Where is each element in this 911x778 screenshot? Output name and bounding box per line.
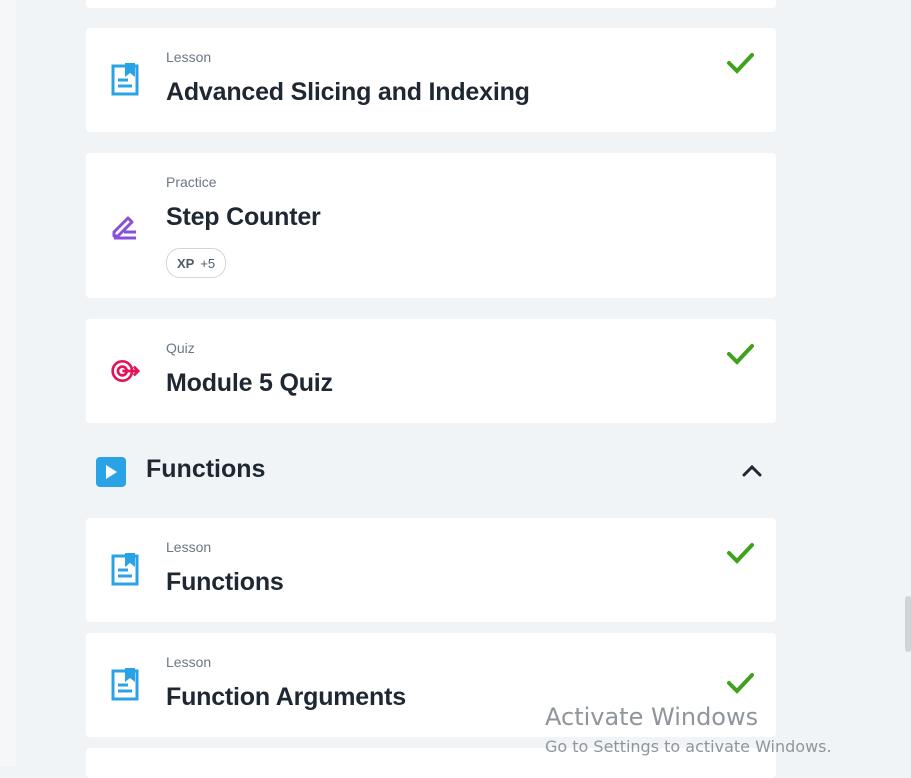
item-kind: Quiz [166, 340, 195, 356]
watermark-title: Activate Windows [545, 703, 759, 731]
item-title: Advanced Slicing and Indexing [166, 78, 530, 106]
lesson-card-functions[interactable]: Lesson Functions [86, 518, 776, 622]
scrollbar[interactable] [905, 0, 911, 766]
watermark-subtitle: Go to Settings to activate Windows. [545, 737, 832, 756]
xp-badge: XP +5 [166, 248, 227, 278]
item-kind: Practice [166, 174, 217, 190]
completed-check-icon [726, 671, 754, 695]
previous-card[interactable] [86, 0, 776, 8]
item-title: Module 5 Quiz [166, 369, 333, 397]
item-kind: Lesson [166, 49, 212, 65]
item-title: Function Arguments [166, 683, 406, 711]
scrollbar-thumb[interactable] [905, 596, 911, 652]
xp-label: XP [177, 255, 195, 271]
completed-check-icon [726, 342, 754, 366]
section-header-functions[interactable]: Functions [86, 447, 776, 493]
item-title: Step Counter [166, 203, 321, 231]
left-rail [0, 0, 16, 766]
item-kind: Lesson [166, 539, 212, 555]
lesson-doc-icon [110, 63, 140, 97]
lesson-card-advanced-slicing[interactable]: Lesson Advanced Slicing and Indexing [86, 28, 776, 132]
completed-check-icon [726, 541, 754, 565]
quiz-card-module-5[interactable]: Quiz Module 5 Quiz [86, 319, 776, 423]
item-kind: Lesson [166, 654, 212, 670]
lesson-doc-icon [110, 668, 140, 702]
target-quiz-icon [110, 354, 140, 388]
xp-value: +5 [200, 255, 216, 271]
practice-card-step-counter[interactable]: Practice Step Counter XP +5 [86, 153, 776, 298]
pencil-practice-icon [110, 208, 140, 242]
windows-activation-watermark: Activate Windows Go to Settings to activ… [545, 703, 832, 756]
play-icon [96, 457, 126, 487]
item-title: Functions [166, 568, 284, 596]
lesson-doc-icon [110, 553, 140, 587]
section-title: Functions [146, 455, 266, 483]
completed-check-icon [726, 51, 754, 75]
chevron-up-icon[interactable] [740, 459, 764, 483]
